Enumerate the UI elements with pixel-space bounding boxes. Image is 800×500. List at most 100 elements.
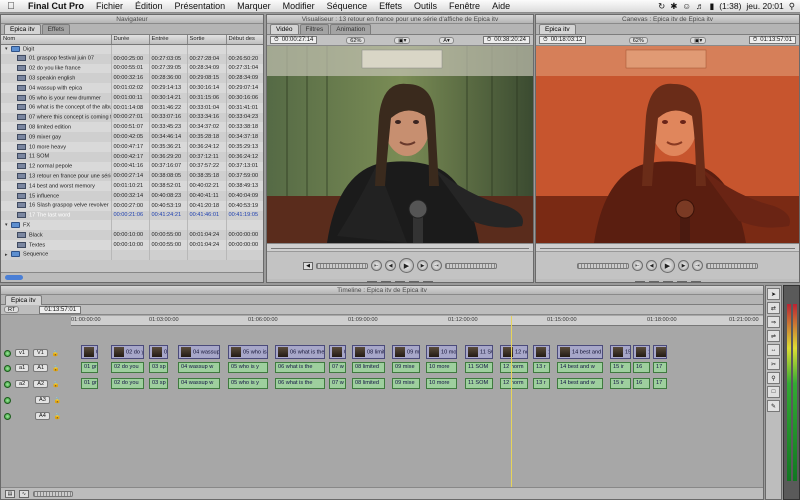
canvas-current-tc[interactable]: ⏱ 01:13:57:01: [748, 36, 796, 44]
waveform-icon[interactable]: ∿: [19, 489, 29, 498]
audio-clip[interactable]: 12 norm: [500, 362, 528, 373]
browser-clip-row[interactable]: 15 influence 00:00:32:14 00:40:08:23 00:40:…: [1, 190, 263, 201]
video-clip[interactable]: 01 gr: [81, 345, 98, 359]
track-visibility-icon[interactable]: [4, 349, 11, 357]
tab-timeline-epica[interactable]: Epica itv: [5, 294, 42, 305]
browser-clip-row[interactable]: Black 00:00:10:00 00:00:55:00 00:01:04:24 00…: [1, 230, 263, 240]
audio-clip[interactable]: 17: [653, 362, 667, 373]
col-debut[interactable]: Début des: [226, 35, 263, 45]
viewer-scrubber[interactable]: [267, 243, 533, 252]
video-clip[interactable]: 03 sp: [149, 345, 168, 359]
audio-clip[interactable]: 10 more: [426, 362, 457, 373]
viewer-view-popup[interactable]: ▣▾: [394, 36, 411, 44]
timeline-ruler[interactable]: 01:00:00:00 01:03:00:00 01:06:00:00 01:09:0…: [71, 316, 763, 326]
canvas-jog[interactable]: [706, 262, 758, 269]
menu-aide[interactable]: Aide: [486, 1, 516, 11]
browser-folder-row[interactable]: ▸ Sequence: [1, 249, 263, 260]
viewer-shuttle[interactable]: [445, 262, 497, 269]
audio-clip[interactable]: 16: [633, 362, 650, 373]
browser-clip-row[interactable]: 05 who is your new drummer 00:01:00:11 00:…: [1, 92, 263, 103]
audio-clip[interactable]: 03 sp: [149, 362, 168, 373]
browser-clip-row[interactable]: 11 SOM 00:00:42:17 00:36:29:20 00:37:12:11 0…: [1, 151, 263, 162]
audio-clip[interactable]: 14 best and w: [557, 378, 603, 389]
video-clip[interactable]: 02 do you: [111, 345, 144, 359]
browser-clip-row[interactable]: 01 graspop festival juin 07 00:00:25:00 00…: [1, 53, 263, 64]
audio-clip[interactable]: 16: [633, 378, 650, 389]
mark-out-icon[interactable]: ►: [690, 281, 701, 282]
track-lane[interactable]: 01 gr 02 do you 03 sp 04 wassup w 05 who is …: [71, 362, 763, 374]
video-clip[interactable]: 06 what is the: [275, 345, 325, 359]
tab-filtres[interactable]: Filtres: [299, 24, 330, 34]
track-label[interactable]: A2: [33, 380, 49, 388]
replace-edit-icon[interactable]: ■: [662, 281, 673, 282]
goto-in-icon[interactable]: ⇤: [632, 260, 643, 271]
volume-icon[interactable]: ♬: [696, 1, 705, 11]
browser-clip-row[interactable]: 17 The last word 00:00:21:06 00:41:24:21 00…: [1, 210, 263, 221]
clock[interactable]: jeu. 20:01: [746, 1, 783, 11]
menu-effets[interactable]: Effets: [373, 1, 408, 11]
audio-clip[interactable]: 11 SOM: [465, 362, 493, 373]
edit-select-tool-icon[interactable]: ⇄: [767, 302, 780, 314]
rt-popup[interactable]: RT: [4, 306, 20, 313]
track-lane[interactable]: [71, 394, 763, 406]
battery-icon[interactable]: ▮: [710, 1, 715, 12]
play-around-icon[interactable]: ▶: [678, 260, 689, 271]
video-clip[interactable]: 12 norm: [500, 345, 528, 359]
menu-sequence[interactable]: Séquence: [321, 1, 374, 11]
browser-clip-row[interactable]: 09 mixer gay 00:00:42:05 00:34:46:14 00:35:…: [1, 132, 263, 142]
audio-clip[interactable]: 13 r: [533, 378, 550, 389]
track-select-tool-icon[interactable]: ⇒: [767, 316, 780, 328]
viewer-current-tc[interactable]: ⏱ 00:38:20:24: [482, 36, 530, 44]
audio-clip[interactable]: 04 wassup w: [178, 362, 220, 373]
video-clip[interactable]: 11 SOM: [465, 345, 493, 359]
playhead[interactable]: [511, 316, 512, 487]
match-frame-icon[interactable]: ▣: [423, 281, 433, 282]
audio-clip[interactable]: 10 more: [426, 378, 457, 389]
audio-clip[interactable]: 07 w: [329, 378, 346, 389]
menu-fenetre[interactable]: Fenêtre: [443, 1, 486, 11]
track-lane[interactable]: [71, 410, 763, 422]
roll-tool-icon[interactable]: ⇌: [767, 330, 780, 342]
menu-fichier[interactable]: Fichier: [90, 1, 129, 11]
audio-clip[interactable]: 05 who is y: [228, 378, 268, 389]
menu-marquer[interactable]: Marquer: [231, 1, 277, 11]
col-entree[interactable]: Entrée: [149, 35, 188, 45]
zoom-slider[interactable]: [33, 490, 73, 497]
lock-icon[interactable]: 🔒: [52, 350, 59, 357]
apple-icon[interactable]: : [0, 1, 22, 12]
audio-clip[interactable]: 05 who is y: [228, 362, 268, 373]
shuttle-icon[interactable]: ◀: [303, 261, 313, 270]
crop-tool-icon[interactable]: □: [767, 386, 780, 398]
audio-clip[interactable]: 14 best and w: [557, 362, 603, 373]
audio-clip[interactable]: 15 ir: [610, 378, 631, 389]
source-track-control[interactable]: v1: [15, 349, 29, 357]
track-label[interactable]: A4: [35, 412, 50, 420]
video-clip[interactable]: 09 mixe: [392, 345, 420, 359]
video-clip[interactable]: 17: [653, 345, 667, 359]
track-visibility-icon[interactable]: [4, 412, 11, 420]
play-icon[interactable]: ▶: [660, 258, 675, 273]
audio-clip[interactable]: 07 w: [329, 362, 346, 373]
viewer-generator-popup[interactable]: A▾: [439, 36, 454, 44]
audio-clip[interactable]: 13 r: [533, 362, 550, 373]
audio-clip[interactable]: 01 gr: [81, 378, 98, 389]
mark-clip-icon[interactable]: □: [395, 281, 405, 282]
source-track-control[interactable]: a2: [15, 380, 30, 388]
video-clip[interactable]: 16: [633, 345, 650, 359]
audio-clip[interactable]: 17: [653, 378, 667, 389]
col-duree[interactable]: Durée: [111, 35, 150, 45]
lock-icon[interactable]: 🔒: [52, 365, 59, 372]
canvas-view-popup[interactable]: ▣▾: [690, 36, 707, 44]
canvas-video-frame[interactable]: [536, 46, 799, 243]
video-clip[interactable]: 07 w: [329, 345, 346, 359]
browser-clip-row[interactable]: 08 limited edition 00:00:51:07 00:33:45:23…: [1, 122, 263, 133]
video-clip[interactable]: 13 r: [533, 345, 550, 359]
track-label[interactable]: V1: [33, 349, 48, 357]
pen-tool-icon[interactable]: ✎: [767, 400, 780, 412]
browser-clip-row[interactable]: 03 speakin english 00:00:32:16 00:28:36:00…: [1, 73, 263, 84]
track-lane[interactable]: 01 gr 02 do you 03 sp 04 wassup w 05 who is …: [71, 378, 763, 390]
track-visibility-icon[interactable]: [4, 380, 11, 388]
play-icon[interactable]: ▶: [399, 258, 414, 273]
tab-effets[interactable]: Effets: [41, 24, 71, 34]
track-visibility-icon[interactable]: [4, 364, 11, 372]
